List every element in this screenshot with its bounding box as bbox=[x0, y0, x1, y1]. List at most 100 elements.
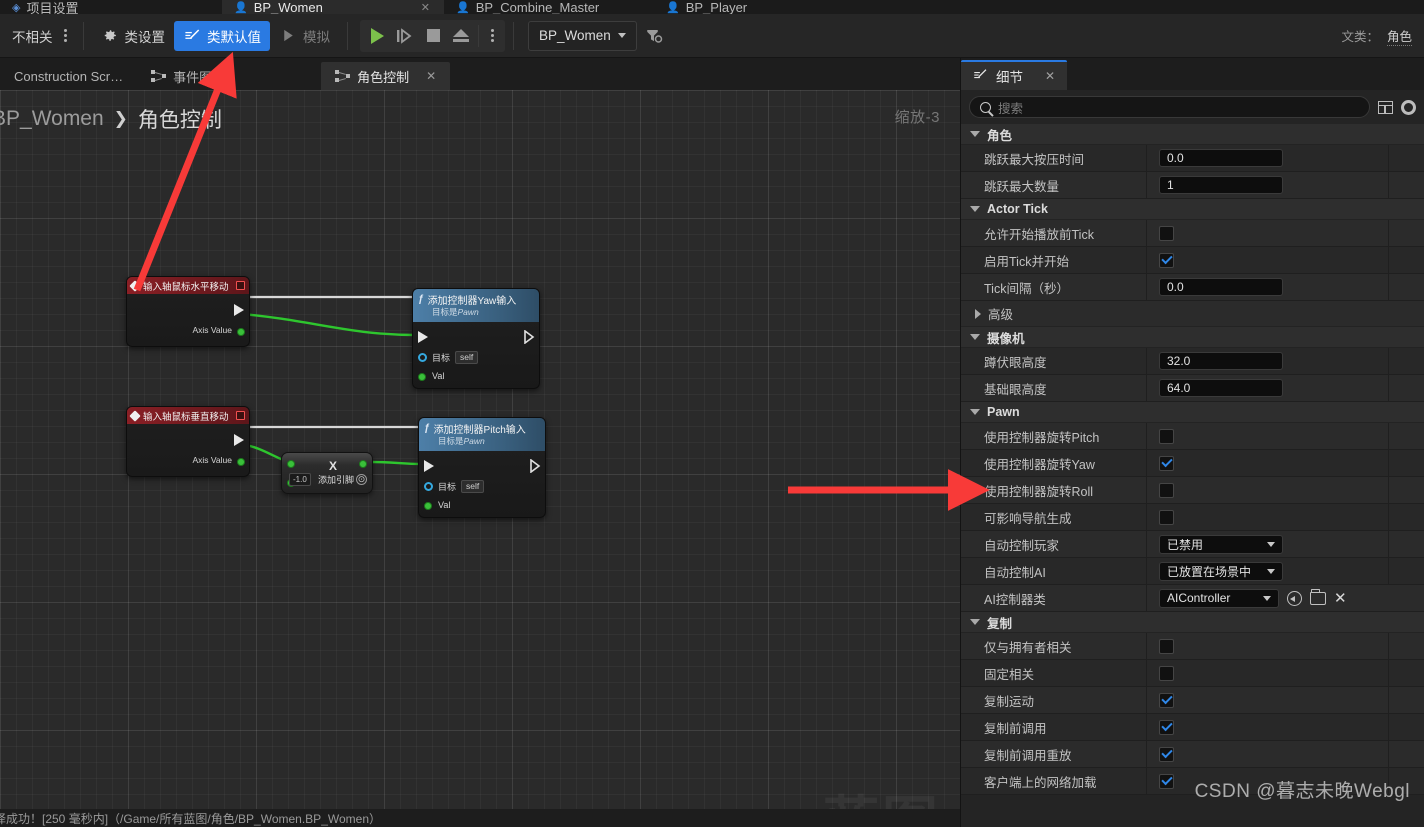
property-checkbox[interactable] bbox=[1159, 225, 1174, 241]
category-header-actor-tick[interactable]: Actor Tick bbox=[961, 199, 1424, 220]
property-row-use-controller-rotation-yaw[interactable]: 使用控制器旋转Yaw bbox=[961, 450, 1424, 477]
property-row-auto-possess-ai[interactable]: 自动控制AI 已放置在场景中 bbox=[961, 558, 1424, 585]
property-select[interactable]: 已放置在场景中 bbox=[1159, 561, 1283, 581]
property-checkbox[interactable] bbox=[1159, 509, 1174, 525]
property-row-crouched-eye-height[interactable]: 蹲伏眼高度 32.0 bbox=[961, 348, 1424, 375]
subcategory-header-advanced[interactable]: 高级 bbox=[961, 301, 1424, 327]
clear-x-icon[interactable]: ✕ bbox=[1334, 591, 1347, 606]
node-add-controller-yaw-input[interactable]: ƒ 添加控制器Yaw输入 目标是Pawn 目标 self Val bbox=[412, 288, 540, 389]
grid-view-icon[interactable] bbox=[1378, 100, 1393, 114]
simulate-button[interactable]: 模拟 bbox=[270, 21, 339, 51]
property-row-tick-interval[interactable]: Tick间隔（秒） 0.0 bbox=[961, 274, 1424, 301]
multiply-input-a-pin[interactable] bbox=[287, 460, 295, 468]
target-object-pin[interactable] bbox=[424, 482, 433, 491]
property-checkbox[interactable] bbox=[1159, 665, 1174, 681]
node-input-axis-mouse-y[interactable]: 输入轴鼠标垂直移动 Axis Value bbox=[126, 406, 250, 477]
property-row-can-affect-navigation-generation[interactable]: 可影响导航生成 bbox=[961, 504, 1424, 531]
debug-target-dropdown[interactable]: BP_Women bbox=[528, 20, 637, 51]
category-header-pawn[interactable]: Pawn bbox=[961, 402, 1424, 423]
eject-button[interactable] bbox=[448, 23, 474, 49]
exec-input-pin[interactable] bbox=[418, 331, 428, 343]
property-checkbox[interactable] bbox=[1159, 252, 1174, 268]
property-checkbox[interactable] bbox=[1159, 773, 1174, 789]
property-row-jump-max-count[interactable]: 跳跃最大数量 1 bbox=[961, 172, 1424, 199]
class-defaults-button[interactable]: 类默认值 bbox=[174, 20, 270, 51]
property-row-call-pre-replication[interactable]: 复制前调用 bbox=[961, 714, 1424, 741]
val-input-pin[interactable] bbox=[424, 502, 432, 510]
graph-tab-event-graph[interactable]: 事件图表 bbox=[137, 62, 239, 90]
toolbar-right-value[interactable]: 角色 bbox=[1386, 26, 1412, 46]
property-row-replicate-movement[interactable]: 复制运动 bbox=[961, 687, 1424, 714]
document-tab-bp-women[interactable]: 👤 BP_Women ✕ bbox=[222, 0, 444, 14]
axis-value-output-pin[interactable] bbox=[237, 458, 245, 466]
property-row-start-with-tick-enabled-pre[interactable]: 允许开始播放前Tick bbox=[961, 220, 1424, 247]
close-icon[interactable]: ✕ bbox=[426, 69, 436, 83]
node-add-controller-pitch-input[interactable]: ƒ 添加控制器Pitch输入 目标是Pawn 目标 self Val bbox=[418, 417, 546, 518]
property-checkbox[interactable] bbox=[1159, 428, 1174, 444]
property-list[interactable]: 角色 跳跃最大按压时间 0.0 跳跃最大数量 1 Actor Tick 允许开始… bbox=[961, 124, 1424, 824]
property-value-input[interactable]: 0.0 bbox=[1159, 149, 1283, 167]
tab-details[interactable]: 细节 ✕ bbox=[961, 60, 1068, 90]
property-row-use-controller-rotation-pitch[interactable]: 使用控制器旋转Pitch bbox=[961, 423, 1424, 450]
target-self-value[interactable]: self bbox=[461, 480, 485, 493]
axis-value-output-pin[interactable] bbox=[237, 328, 245, 336]
document-tab-project-settings[interactable]: ◈ 项目设置 bbox=[0, 0, 222, 14]
close-icon[interactable]: ✕ bbox=[421, 1, 430, 14]
back-arrow-icon[interactable] bbox=[1287, 590, 1302, 606]
exec-output-pin[interactable] bbox=[530, 458, 541, 474]
property-value-input[interactable]: 64.0 bbox=[1159, 379, 1283, 397]
node-breakpoint-icon[interactable] bbox=[236, 411, 245, 420]
category-header-replication[interactable]: 复制 bbox=[961, 612, 1424, 633]
property-row-only-relevant-to-owner[interactable]: 仅与拥有者相关 bbox=[961, 633, 1424, 660]
property-checkbox[interactable] bbox=[1159, 719, 1174, 735]
property-row-always-relevant[interactable]: 固定相关 bbox=[961, 660, 1424, 687]
exec-output-pin[interactable] bbox=[234, 304, 244, 316]
document-tab-bp-combine-master[interactable]: 👤 BP_Combine_Master bbox=[444, 0, 654, 14]
add-pin-icon[interactable]: ⊙ bbox=[356, 474, 367, 485]
toolbar-overflow-icon[interactable] bbox=[57, 23, 75, 49]
property-select[interactable]: 已禁用 bbox=[1159, 534, 1283, 554]
blueprint-graph-canvas[interactable]: BP_Women ❯ 角色控制 缩放-3 蓝图 输入轴鼠标水平移动 bbox=[0, 90, 960, 813]
browse-folder-icon[interactable] bbox=[1310, 588, 1326, 605]
property-value-input[interactable]: 1 bbox=[1159, 176, 1283, 194]
property-checkbox[interactable] bbox=[1159, 638, 1174, 654]
property-row-call-pre-replication-for-replay[interactable]: 复制前调用重放 bbox=[961, 741, 1424, 768]
property-row-base-eye-height[interactable]: 基础眼高度 64.0 bbox=[961, 375, 1424, 402]
property-checkbox[interactable] bbox=[1159, 746, 1174, 762]
play-button[interactable] bbox=[364, 23, 390, 49]
category-header-camera[interactable]: 摄像机 bbox=[961, 327, 1424, 348]
graph-tab-construction-script[interactable]: Construction Scr… bbox=[0, 62, 137, 90]
exec-output-pin[interactable] bbox=[524, 329, 535, 345]
target-self-value[interactable]: self bbox=[455, 351, 479, 364]
target-object-pin[interactable] bbox=[418, 353, 427, 362]
property-asset-select[interactable]: AIController bbox=[1159, 588, 1279, 608]
debug-filter-icon[interactable] bbox=[645, 27, 663, 45]
property-checkbox[interactable] bbox=[1159, 692, 1174, 708]
property-row-use-controller-rotation-roll[interactable]: 使用控制器旋转Roll bbox=[961, 477, 1424, 504]
node-input-axis-mouse-x[interactable]: 输入轴鼠标水平移动 Axis Value bbox=[126, 276, 250, 347]
step-button[interactable] bbox=[392, 23, 418, 49]
property-row-jump-max-hold-time[interactable]: 跳跃最大按压时间 0.0 bbox=[961, 145, 1424, 172]
property-value-input[interactable]: 0.0 bbox=[1159, 278, 1283, 296]
multiply-operand-value[interactable]: -1.0 bbox=[289, 473, 311, 486]
property-value-input[interactable]: 32.0 bbox=[1159, 352, 1283, 370]
val-input-pin[interactable] bbox=[418, 373, 426, 381]
category-header-role[interactable]: 角色 bbox=[961, 124, 1424, 145]
multiply-output-pin[interactable] bbox=[359, 460, 367, 468]
class-settings-button[interactable]: 类设置 bbox=[92, 21, 175, 51]
property-checkbox[interactable] bbox=[1159, 482, 1174, 498]
multiply-add-pin-label[interactable]: 添加引脚 bbox=[318, 473, 354, 486]
document-tab-bp-player[interactable]: 👤 BP_Player bbox=[654, 0, 864, 14]
exec-output-pin[interactable] bbox=[234, 434, 244, 446]
stop-button[interactable] bbox=[420, 23, 446, 49]
node-breakpoint-icon[interactable] bbox=[236, 281, 245, 290]
graph-tab-character-control[interactable]: 角色控制 ✕ bbox=[321, 62, 451, 90]
close-icon[interactable]: ✕ bbox=[1045, 69, 1055, 83]
property-checkbox[interactable] bbox=[1159, 455, 1174, 471]
gear-icon[interactable] bbox=[1401, 99, 1416, 115]
property-row-ai-controller-class[interactable]: AI控制器类 AIController ✕ bbox=[961, 585, 1424, 612]
play-options-icon[interactable] bbox=[483, 23, 501, 49]
property-row-start-with-tick-enabled[interactable]: 启用Tick并开始 bbox=[961, 247, 1424, 274]
exec-input-pin[interactable] bbox=[424, 460, 434, 472]
property-row-net-load-on-client[interactable]: 客户端上的网络加载 bbox=[961, 768, 1424, 795]
